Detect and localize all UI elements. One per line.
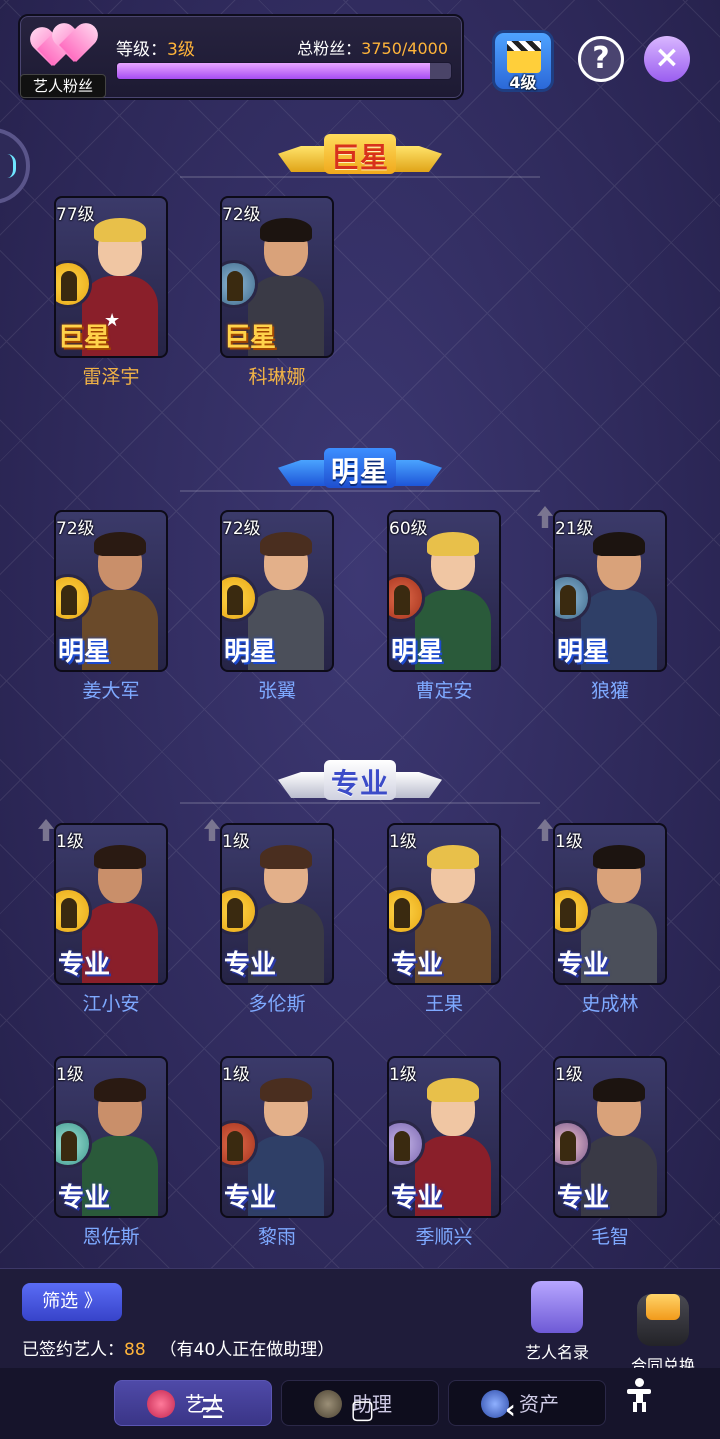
tab-assets-label: 资产 bbox=[519, 1392, 559, 1416]
menu-nav-icon: ☰ bbox=[201, 1395, 225, 1425]
fans-label: 总粉丝：3750/4000 bbox=[297, 39, 448, 58]
assistant-icon bbox=[314, 1390, 342, 1418]
artist-roster-button[interactable]: 艺人名录 bbox=[512, 1281, 602, 1363]
star-icon: ★ bbox=[104, 310, 121, 331]
artist-name[interactable]: 史成林 bbox=[553, 989, 667, 1016]
artist-card[interactable]: 72级明星 bbox=[54, 510, 168, 672]
contract-icon bbox=[637, 1294, 689, 1346]
artist-roster-label: 艺人名录 bbox=[524, 1343, 589, 1362]
artist-level: 1级 bbox=[389, 832, 417, 852]
artist-rank: 专业 bbox=[224, 950, 277, 980]
studio-level: 4级 bbox=[509, 73, 537, 92]
fan-panel: 艺人粉丝 等级：3级 总粉丝：3750/4000 bbox=[18, 14, 464, 100]
artist-name[interactable]: 科琳娜 bbox=[220, 362, 334, 389]
pro-banner: 专业 bbox=[278, 760, 442, 806]
close-button[interactable]: × bbox=[644, 36, 690, 82]
artist-level: 1级 bbox=[389, 1065, 417, 1085]
artist-name[interactable]: 姜大军 bbox=[54, 676, 168, 703]
artist-rank: 巨星 bbox=[58, 323, 111, 353]
artist-card[interactable]: 1级专业 bbox=[553, 1056, 667, 1218]
back-nav-icon: ‹ bbox=[505, 1395, 516, 1425]
artist-card[interactable]: 1级专业 bbox=[553, 823, 667, 985]
studio-clapper-button[interactable]: 4级 bbox=[492, 30, 554, 92]
artist-name[interactable]: 曹定安 bbox=[387, 676, 501, 703]
artist-rank: 专业 bbox=[58, 950, 111, 980]
tab-assistants[interactable]: 助理 ▢ bbox=[281, 1380, 439, 1426]
artist-rank: 巨星 bbox=[224, 323, 277, 353]
artist-level: 77级 bbox=[56, 205, 95, 225]
artist-card[interactable]: 77级巨星 ★ bbox=[54, 196, 168, 358]
artist-level: 1级 bbox=[56, 1065, 84, 1085]
fan-progress-bar bbox=[116, 62, 452, 80]
artist-level: 21级 bbox=[555, 519, 594, 539]
accessibility-icon[interactable] bbox=[624, 1378, 654, 1412]
assistant-note: （有40人正在做助理） bbox=[159, 1340, 335, 1360]
artist-rank: 专业 bbox=[58, 1183, 111, 1213]
artist-name[interactable]: 狼獾 bbox=[553, 676, 667, 703]
tab-assets[interactable]: 资产 ‹ bbox=[448, 1380, 606, 1426]
artist-card[interactable]: 1级专业 bbox=[387, 1056, 501, 1218]
artist-name[interactable]: 张翼 bbox=[220, 676, 334, 703]
artist-name[interactable]: 恩佐斯 bbox=[54, 1222, 168, 1249]
signed-label: 已签约艺人： bbox=[22, 1340, 124, 1360]
fan-progress-fill bbox=[117, 63, 431, 79]
pro-title: 专业 bbox=[330, 767, 389, 800]
artist-level: 1级 bbox=[222, 832, 250, 852]
contract-exchange-button[interactable]: 合同兑换 bbox=[618, 1281, 708, 1376]
artist-name[interactable]: 雷泽宇 bbox=[54, 362, 168, 389]
artist-level: 72级 bbox=[222, 205, 261, 225]
artist-rank: 专业 bbox=[557, 950, 610, 980]
artist-card[interactable]: 72级巨星 bbox=[220, 196, 334, 358]
heart-icon bbox=[26, 24, 104, 80]
lips-icon bbox=[147, 1390, 175, 1418]
artist-rank: 明星 bbox=[224, 637, 277, 667]
filter-button[interactable]: 筛选 》 bbox=[22, 1283, 122, 1321]
artist-rank: 明星 bbox=[391, 637, 444, 667]
star-title: 明星 bbox=[330, 455, 389, 488]
superstar-title: 巨星 bbox=[330, 141, 389, 174]
signed-artists-text: 已签约艺人：88 （有40人正在做助理） bbox=[22, 1335, 334, 1360]
signed-count: 88 bbox=[124, 1340, 146, 1360]
artist-card[interactable]: 72级明星 bbox=[220, 510, 334, 672]
level-value: 3级 bbox=[167, 40, 195, 60]
artist-level: 72级 bbox=[56, 519, 95, 539]
fan-tag: 艺人粉丝 bbox=[20, 74, 106, 98]
artist-rank: 明星 bbox=[58, 637, 111, 667]
artist-card[interactable]: 1级专业 bbox=[220, 823, 334, 985]
artist-level: 60级 bbox=[389, 519, 428, 539]
bottom-panel: 筛选 》 已签约艺人：88 （有40人正在做助理） 艺人名录 合同兑换 bbox=[0, 1268, 720, 1375]
artist-rank: 专业 bbox=[224, 1183, 277, 1213]
artist-rank: 专业 bbox=[391, 1183, 444, 1213]
artist-level: 1级 bbox=[555, 1065, 583, 1085]
address-book-icon bbox=[531, 1281, 583, 1333]
artist-rank: 专业 bbox=[557, 1183, 610, 1213]
home-nav-icon: ▢ bbox=[350, 1395, 375, 1425]
star-banner: 明星 bbox=[278, 448, 442, 494]
artist-name[interactable]: 季顺兴 bbox=[387, 1222, 501, 1249]
artist-level: 1级 bbox=[222, 1065, 250, 1085]
artist-rank: 明星 bbox=[557, 637, 610, 667]
artist-card[interactable]: 1级专业 bbox=[387, 823, 501, 985]
artist-name[interactable]: 黎雨 bbox=[220, 1222, 334, 1249]
artist-name[interactable]: 毛智 bbox=[553, 1222, 667, 1249]
artist-card[interactable]: 1级专业 bbox=[54, 1056, 168, 1218]
superstar-banner: 巨星 bbox=[278, 134, 442, 180]
help-button[interactable]: ? bbox=[578, 36, 624, 82]
artist-name[interactable]: 王果 bbox=[387, 989, 501, 1016]
fans-value: 3750/4000 bbox=[361, 39, 448, 58]
artist-card[interactable]: 60级明星 bbox=[387, 510, 501, 672]
tab-bar: 艺人 ☰ 助理 ▢ 资产 ‹ bbox=[0, 1368, 720, 1439]
artist-rank: 专业 bbox=[391, 950, 444, 980]
artist-level: 1级 bbox=[555, 832, 583, 852]
artist-name[interactable]: 多伦斯 bbox=[220, 989, 334, 1016]
artist-card[interactable]: 21级明星 bbox=[553, 510, 667, 672]
artist-level: 72级 bbox=[222, 519, 261, 539]
artist-level: 1级 bbox=[56, 832, 84, 852]
tab-artists[interactable]: 艺人 ☰ bbox=[114, 1380, 272, 1426]
level-label: 等级：3级 bbox=[116, 40, 195, 60]
artist-name[interactable]: 江小安 bbox=[54, 989, 168, 1016]
artist-card[interactable]: 1级专业 bbox=[220, 1056, 334, 1218]
artist-card[interactable]: 1级专业 bbox=[54, 823, 168, 985]
